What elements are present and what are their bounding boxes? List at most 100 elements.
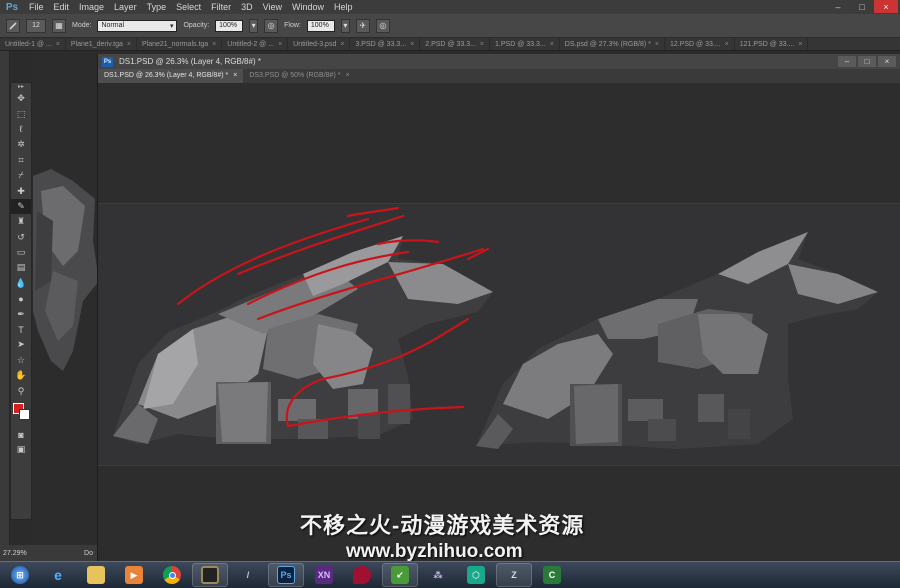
close-icon[interactable]: × [410,38,414,50]
menu-file[interactable]: File [24,0,49,14]
menu-3d[interactable]: 3D [236,0,258,14]
close-icon[interactable]: × [345,69,349,83]
doc-tab[interactable]: 2.PSD @ 33.3... × [420,38,491,50]
close-icon[interactable]: × [340,38,344,50]
doc-tab[interactable]: Untitled-1 @ ... × [0,38,66,50]
eyedropper-icon[interactable]: ⌿ [11,168,31,183]
doc-tab[interactable]: Plane21_normals.tga × [137,38,223,50]
close-icon[interactable]: × [655,38,659,50]
brush-size-picker[interactable]: 12 [26,18,46,33]
gradient-icon[interactable]: ▤ [11,260,31,275]
doc-tab[interactable]: Plane1_deriv.tga × [66,38,138,50]
lasso-icon[interactable]: ℓ [11,122,31,137]
close-icon[interactable]: × [798,38,802,50]
tab-label: DS1.PSD @ 26.3% (Layer 4, RGB/8#) * [104,72,229,79]
doc-tab[interactable]: 12.PSD @ 33.... × [665,38,735,50]
file-explorer-icon[interactable] [78,563,114,587]
crop-icon[interactable]: ⌗ [11,153,31,168]
close-icon[interactable]: × [550,38,554,50]
menu-filter[interactable]: Filter [206,0,236,14]
artboard[interactable] [98,203,900,466]
move-icon[interactable]: ✥ [11,91,31,106]
flow-label: Flow: [284,22,301,29]
internet-explorer-icon[interactable]: e [40,563,76,587]
opacity-dropdown-icon[interactable]: ▾ [249,18,259,33]
tab-ds1[interactable]: DS1.PSD @ 26.3% (Layer 4, RGB/8#) * × [98,69,244,83]
zoom-level[interactable]: 27.29% [3,550,27,557]
eraser-icon[interactable]: ▭ [11,245,31,260]
red-app-icon[interactable] [344,563,380,587]
close-icon[interactable]: × [56,38,60,50]
menu-type[interactable]: Type [142,0,172,14]
quick-mask-icon[interactable]: ◙ [11,427,31,442]
doc-minimize-button[interactable]: – [838,56,856,67]
doc-maximize-button[interactable]: □ [858,56,876,67]
menu-select[interactable]: Select [171,0,206,14]
media-player-icon[interactable]: ▶ [116,563,152,587]
zoom-icon[interactable]: ⚲ [11,383,31,398]
hand-icon[interactable]: ✋ [11,368,31,383]
xnview-icon[interactable]: XN [306,563,342,587]
screen-mode-icon[interactable]: ▣ [11,442,31,457]
menu-window[interactable]: Window [287,0,329,14]
shape-icon[interactable]: ☆ [11,353,31,368]
brush-app-icon[interactable]: / [230,563,266,587]
close-icon[interactable]: × [233,69,237,83]
doc-tab[interactable]: Untitled-2 @ ... × [222,38,289,50]
photoshop-icon[interactable]: Ps [268,563,304,587]
healing-icon[interactable]: ✚ [11,183,31,198]
close-icon[interactable]: × [725,38,729,50]
close-button[interactable]: × [874,0,898,13]
airbrush-icon[interactable]: ✈ [355,18,370,33]
brush-icon[interactable]: ✎ [11,198,31,215]
menu-layer[interactable]: Layer [109,0,142,14]
doc-close-button[interactable]: × [878,56,896,67]
camtasia-icon[interactable]: C [534,563,570,587]
pen-icon[interactable]: ✒ [11,306,31,321]
3d-app-icon[interactable]: ⬡ [458,563,494,587]
close-icon[interactable]: × [278,38,282,50]
tab-ds3[interactable]: DS3.PSD @ 50% (RGB/8#) * × [243,69,355,83]
mode-select[interactable]: Normal ▾ [97,19,178,32]
maximize-button[interactable]: □ [850,0,874,13]
history-brush-icon[interactable]: ↺ [11,230,31,245]
camera-app-icon[interactable] [192,563,228,587]
doc-tab[interactable]: Untitled-3.psd × [288,38,351,50]
doc-tab[interactable]: 1.PSD @ 33.3... × [490,38,560,50]
menu-help[interactable]: Help [329,0,358,14]
minimize-button[interactable]: – [826,0,850,13]
canvas-area[interactable] [98,83,900,561]
close-icon[interactable]: × [480,38,484,50]
path-select-icon[interactable]: ➤ [11,337,31,352]
pressure-size-icon[interactable]: ◎ [375,18,390,33]
chrome-icon[interactable] [154,563,190,587]
flow-field[interactable]: 100% [306,19,335,32]
background-color-swatch[interactable] [19,408,30,420]
brush-preset-icon[interactable] [6,18,20,33]
doc-tab[interactable]: DS.psd @ 27.3% (RGB/8) * × [560,38,665,50]
start-orb-icon[interactable]: ⊞ [2,563,38,587]
magic-wand-icon[interactable]: ✲ [11,137,31,152]
opacity-field[interactable]: 100% [215,19,244,32]
stamp-icon[interactable]: ♜ [11,214,31,229]
document-window-titlebar[interactable]: Ps DS1.PSD @ 26.3% (Layer 4, RGB/8#) * –… [98,54,900,69]
zbrush-icon[interactable]: Z [496,563,532,587]
panel-grip[interactable]: ▸▸ [11,83,31,91]
network-app-icon[interactable]: ⁂ [420,563,456,587]
doc-tab[interactable]: 3.PSD @ 33.3... × [350,38,421,50]
menu-image[interactable]: Image [74,0,109,14]
doc-tab[interactable]: 121.PSD @ 33.... × [735,38,809,50]
brush-panel-icon[interactable]: ▦ [52,18,66,33]
menu-edit[interactable]: Edit [49,0,75,14]
type-icon[interactable]: T [11,322,31,337]
blur-icon[interactable]: 💧 [11,276,31,291]
dodge-icon[interactable]: ● [11,291,31,306]
doc-tab-label: Plane21_normals.tga [142,41,209,48]
close-icon[interactable]: × [212,38,216,50]
menu-view[interactable]: View [258,0,287,14]
flow-dropdown-icon[interactable]: ▾ [340,18,350,33]
marquee-icon[interactable]: ⬚ [11,106,31,121]
pressure-opacity-icon[interactable]: ◎ [264,18,279,33]
green-app-icon[interactable]: ↙ [382,563,418,587]
close-icon[interactable]: × [127,38,131,50]
